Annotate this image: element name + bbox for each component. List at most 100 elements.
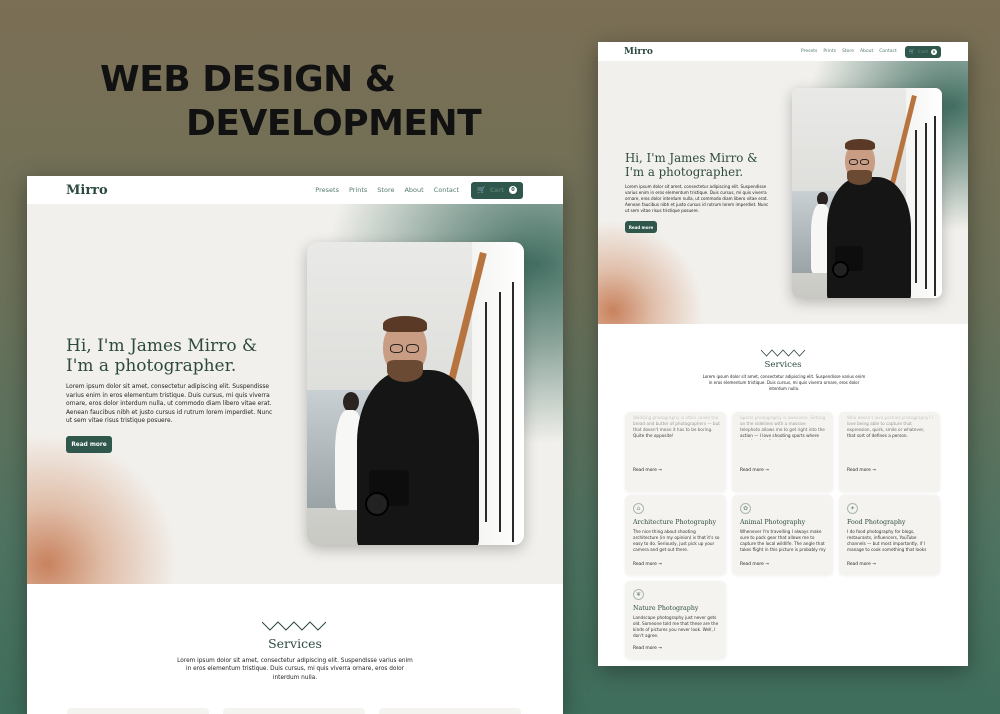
nav-links: Presets Prints Store About Contact 🛒 Car…	[801, 45, 941, 58]
hero-paragraph: Lorem ipsum dolor sit amet, consectetur …	[625, 184, 769, 213]
hero-section: Hi, I'm James Mirro & I'm a photographer…	[27, 204, 563, 584]
photographer-hair	[383, 316, 427, 332]
nav-link-contact[interactable]: Contact	[434, 186, 459, 194]
hero-section: Hi, I'm James Mirro & I'm a photographer…	[598, 61, 968, 324]
stair-bar	[934, 116, 936, 296]
card-fade	[839, 412, 940, 436]
nav-link-about[interactable]: About	[404, 186, 423, 194]
banner-heading-line1: WEB DESIGN &	[100, 59, 396, 100]
photo-wall	[906, 88, 942, 298]
cart-button[interactable]: 🛒 Cart 0	[904, 45, 941, 58]
cart-icon: 🛒	[908, 48, 916, 55]
nav-link-contact[interactable]: Contact	[879, 49, 897, 54]
service-card-peek	[67, 708, 209, 714]
service-card-read-more[interactable]: Read more →	[633, 646, 662, 651]
service-card-peek	[379, 708, 521, 714]
food-icon: ✦	[847, 503, 858, 514]
service-card-animal[interactable]: ✿ Animal Photography Whenever I'm travel…	[732, 495, 833, 575]
service-card-read-more[interactable]: Read more →	[740, 562, 769, 567]
service-card-read-more[interactable]: Read more →	[633, 468, 662, 473]
hero-title: Hi, I'm James Mirro & I'm a photographer…	[66, 336, 257, 377]
cart-button[interactable]: 🛒 Cart 0	[471, 181, 523, 199]
desktop-mockup: Mirro Presets Prints Store About Contact…	[27, 176, 563, 714]
service-card-food[interactable]: ✦ Food Photography I do food photography…	[839, 495, 940, 575]
read-more-button[interactable]: Read more	[66, 436, 112, 453]
service-card[interactable]: Wedding photography is often called the …	[625, 412, 726, 492]
service-card-title: Food Photography	[847, 519, 906, 526]
photo-wall	[471, 242, 524, 545]
paw-icon: ✿	[740, 503, 751, 514]
photographer-body	[357, 370, 479, 545]
read-more-button[interactable]: Read more	[625, 221, 657, 233]
zigzag-ornament	[761, 349, 805, 357]
hero-title-line1: Hi, I'm James Mirro &	[625, 151, 758, 165]
logo[interactable]: Mirro	[624, 47, 653, 57]
building-icon: ⌂	[633, 503, 644, 514]
photographer-beard	[847, 170, 872, 185]
navbar: Mirro Presets Prints Store About Contact…	[27, 176, 563, 204]
service-card[interactable]: Sports photography is awesome. Setting o…	[732, 412, 833, 492]
cart-label: Cart	[918, 49, 928, 54]
card-fade	[732, 412, 833, 436]
service-card[interactable]: Who doesn't love portrait photography? I…	[839, 412, 940, 492]
service-card-title: Architecture Photography	[633, 519, 717, 526]
leaf-icon: ❦	[633, 589, 644, 600]
cart-count: 0	[509, 186, 517, 194]
service-card-text: The nice thing about shooting architectu…	[633, 529, 720, 552]
service-card-text: Whenever I'm travelling I always make su…	[740, 529, 826, 553]
service-card-read-more[interactable]: Read more →	[847, 562, 876, 567]
stair-bar	[512, 282, 514, 542]
nav-link-presets[interactable]: Presets	[315, 186, 339, 194]
cart-icon: 🛒	[477, 186, 486, 194]
card-fade	[625, 412, 726, 436]
navbar: Mirro Presets Prints Store About Contact…	[598, 42, 968, 61]
stair-bar	[485, 302, 487, 522]
photographer-body	[827, 177, 911, 298]
service-card-nature[interactable]: ❦ Nature Photography Landscape photograp…	[625, 581, 726, 659]
service-card-read-more[interactable]: Read more →	[633, 562, 662, 567]
nav-link-prints[interactable]: Prints	[823, 49, 836, 54]
photographer-beard	[387, 360, 423, 382]
nav-links: Presets Prints Store About Contact 🛒 Car…	[315, 181, 523, 199]
zigzag-ornament	[262, 621, 326, 631]
service-card-title: Animal Photography	[740, 519, 806, 526]
nav-link-store[interactable]: Store	[377, 186, 394, 194]
hero-glow-peach	[598, 221, 703, 324]
stair-bar	[925, 123, 927, 289]
services-heading: Services	[268, 636, 322, 651]
service-card-text: I do food photography for blogs, restaur…	[847, 529, 927, 553]
hero-title-line2: I'm a photographer.	[66, 356, 237, 377]
service-card-read-more[interactable]: Read more →	[740, 468, 769, 473]
hero-paragraph: Lorem ipsum dolor sit amet, consectetur …	[66, 384, 273, 425]
service-card-read-more[interactable]: Read more →	[847, 468, 876, 473]
cart-count: 0	[931, 48, 937, 55]
service-card-architecture[interactable]: ⌂ Architecture Photography The nice thin…	[625, 495, 726, 575]
glasses-lens	[406, 344, 419, 353]
nav-link-presets[interactable]: Presets	[801, 49, 817, 54]
service-card-text: Landscape photography just never gets ol…	[633, 615, 719, 638]
camera-lens	[365, 492, 389, 516]
logo[interactable]: Mirro	[66, 183, 108, 198]
stair-bar	[915, 130, 917, 283]
hero-title: Hi, I'm James Mirro & I'm a photographer…	[625, 151, 758, 179]
services-heading: Services	[764, 360, 802, 370]
services-paragraph: Lorem ipsum dolor sit amet, consectetur …	[702, 374, 866, 391]
glasses-lens	[390, 344, 403, 353]
banner-heading-line2: DEVELOPMENT	[186, 103, 482, 144]
nav-link-about[interactable]: About	[860, 49, 873, 54]
glasses-lens	[860, 159, 869, 165]
hero-title-line2: I'm a photographer.	[625, 165, 744, 180]
glasses-lens	[849, 159, 858, 165]
nav-link-store[interactable]: Store	[842, 49, 854, 54]
services-paragraph: Lorem ipsum dolor sit amet, consectetur …	[177, 658, 413, 681]
hero-photo	[307, 242, 524, 545]
hero-glow-peach	[27, 434, 177, 584]
desktop-mockup-full: Mirro Presets Prints Store About Contact…	[598, 42, 968, 666]
camera-lens	[832, 261, 849, 278]
hero-photo	[792, 88, 942, 298]
hero-title-line1: Hi, I'm James Mirro &	[66, 336, 258, 356]
cart-label: Cart	[489, 186, 504, 194]
stair-bar	[499, 292, 501, 532]
photographer-hair	[845, 139, 875, 150]
nav-link-prints[interactable]: Prints	[349, 186, 367, 194]
